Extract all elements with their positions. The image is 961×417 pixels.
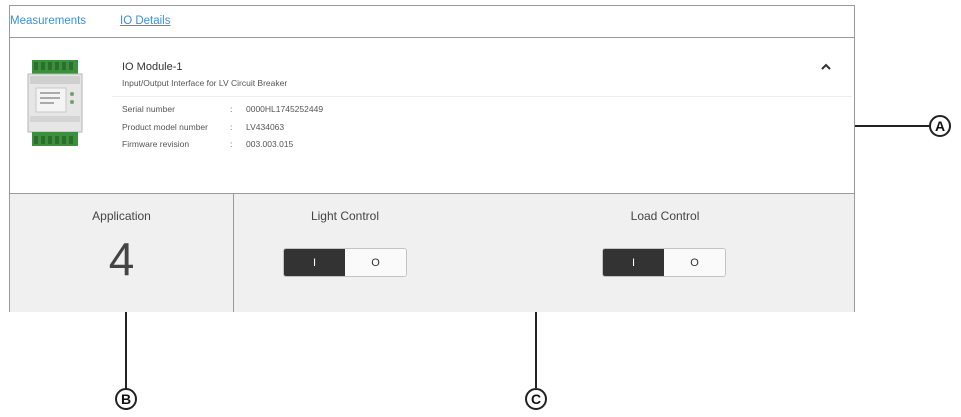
chevron-up-icon[interactable]: [820, 62, 832, 72]
io-module-section: IO Module-1 Input/Output Interface for L…: [10, 38, 854, 194]
light-control-toggle[interactable]: I O: [283, 248, 407, 277]
info-value: 0000HL1745252449: [246, 104, 324, 114]
callout-c-line: [535, 312, 537, 388]
load-control-toggle[interactable]: I O: [602, 248, 726, 277]
controls-section: Application 4 Light Control I O Load Con…: [10, 194, 854, 312]
device-title: IO Module-1: [122, 61, 183, 73]
device-subtitle: Input/Output Interface for LV Circuit Br…: [122, 78, 288, 88]
info-key: Firmware revision: [122, 139, 190, 149]
io-module-image: [27, 60, 83, 146]
callout-c: C: [525, 388, 547, 410]
toggle-on-option[interactable]: I: [603, 249, 664, 276]
info-separator: :: [230, 104, 233, 114]
io-details-panel: Measurements IO Details IO Module-1 Inpu…: [9, 5, 855, 312]
info-key: Serial number: [122, 104, 175, 114]
info-separator: :: [230, 139, 233, 149]
callout-a-line: [855, 125, 929, 127]
info-separator: :: [230, 122, 233, 132]
divider: [112, 96, 852, 97]
tab-io-details[interactable]: IO Details: [120, 15, 171, 27]
toggle-on-option[interactable]: I: [284, 249, 345, 276]
light-control-label: Light Control: [310, 209, 380, 223]
card-divider: [233, 194, 234, 312]
tab-bar: Measurements IO Details: [10, 6, 854, 38]
toggle-off-option[interactable]: O: [345, 249, 406, 276]
callout-b: B: [115, 388, 137, 410]
toggle-off-option[interactable]: O: [664, 249, 725, 276]
info-value: 003.003.015: [246, 139, 294, 149]
application-label: Application: [92, 209, 151, 223]
info-value: LV434063: [246, 122, 285, 132]
callout-a: A: [929, 115, 951, 137]
info-key: Product model number: [122, 122, 208, 132]
tab-measurements[interactable]: Measurements: [10, 15, 86, 27]
load-control-label: Load Control: [630, 209, 700, 223]
callout-b-line: [125, 312, 127, 388]
application-value: 4: [108, 233, 135, 285]
